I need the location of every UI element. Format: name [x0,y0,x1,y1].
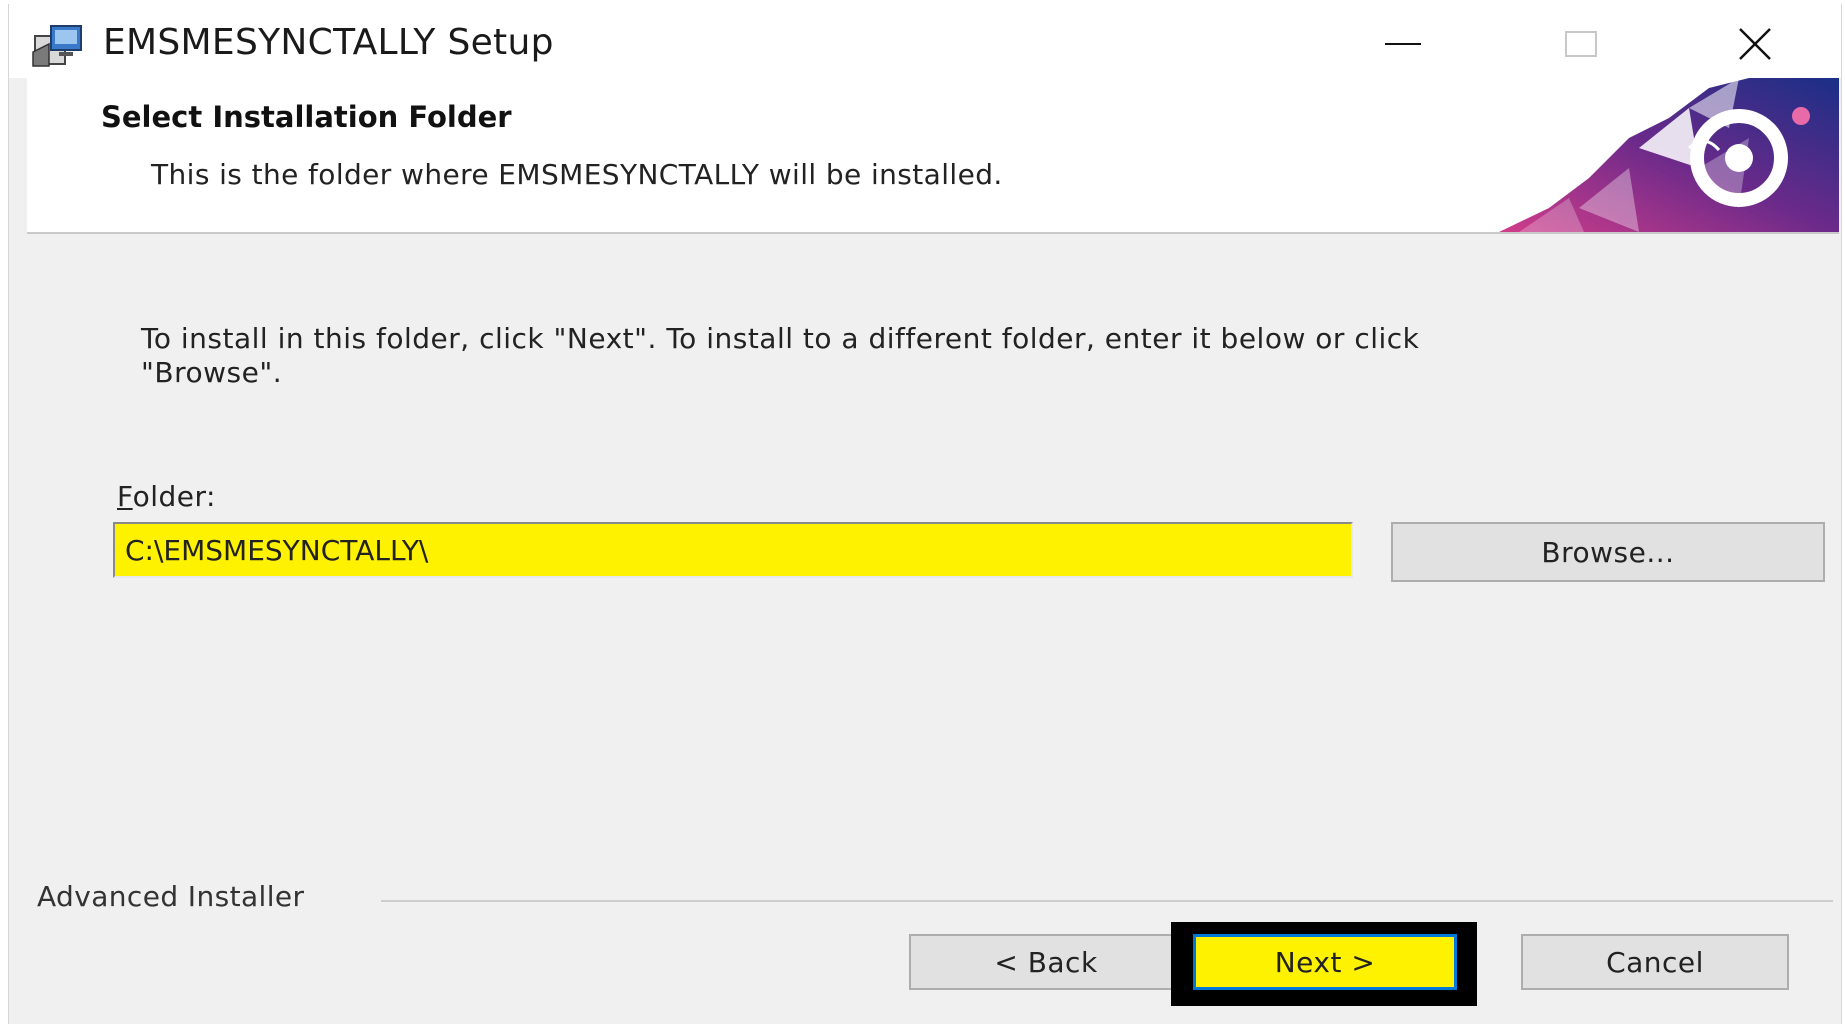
instructions-line-2: "Browse". [141,356,283,389]
browse-button[interactable]: Browse... [1391,522,1825,582]
folder-label: Folder: [117,480,216,513]
maximize-button[interactable] [1541,14,1621,74]
close-icon [1739,28,1771,60]
close-button[interactable] [1715,14,1795,74]
folder-path-input[interactable] [113,522,1353,578]
next-button[interactable]: Next > [1193,934,1457,990]
header-banner: Select Installation Folder This is the f… [27,78,1839,234]
installer-icon [29,22,87,70]
page-description: This is the folder where EMSMESYNCTALLY … [151,158,1003,191]
advanced-installer-brand: Advanced Installer [37,880,305,913]
folder-label-accelerator: F [117,480,133,513]
footer-divider [381,900,1833,902]
instructions-line-1: To install in this folder, click "Next".… [141,322,1420,355]
instructions-text: To install in this folder, click "Next".… [141,322,1661,390]
maximize-icon [1565,31,1597,57]
setup-dialog: EMSMESYNCTALLY Setup Select Installation… [8,4,1842,1024]
window-title: EMSMESYNCTALLY Setup [103,22,554,63]
cancel-button[interactable]: Cancel [1521,934,1789,990]
minimize-button[interactable] [1363,14,1443,74]
title-bar: EMSMESYNCTALLY Setup [9,4,1841,78]
minimize-icon [1385,43,1421,45]
folder-label-text: older: [132,480,216,513]
page-title: Select Installation Folder [101,100,512,134]
back-button[interactable]: < Back [909,934,1183,990]
banner-logo-icon [1499,78,1839,232]
